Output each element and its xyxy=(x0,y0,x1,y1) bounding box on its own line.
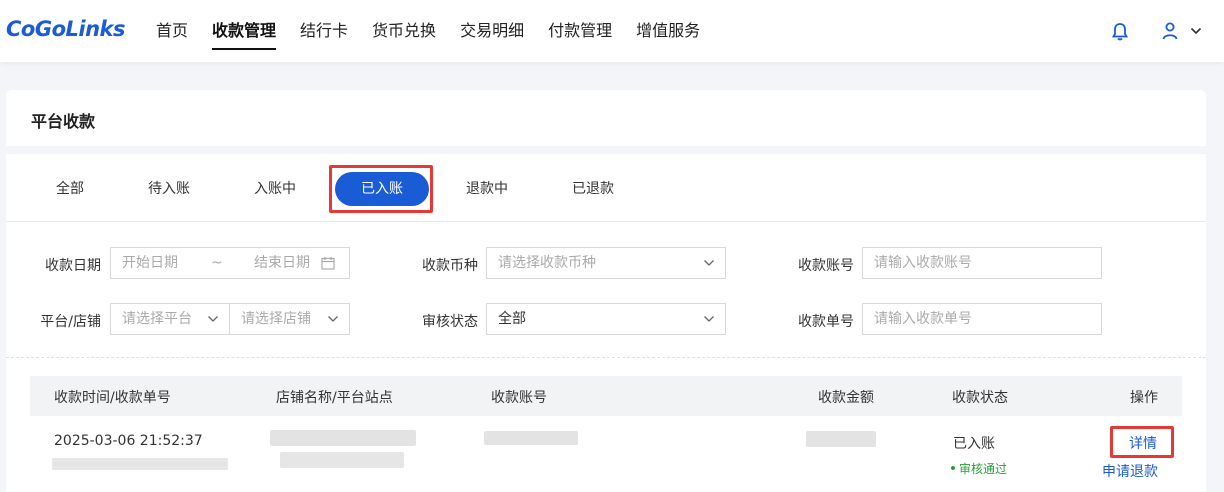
user-icon[interactable] xyxy=(1162,22,1178,40)
redacted-platform-site xyxy=(280,452,404,468)
date-range-input[interactable]: 开始日期 ~ 结束日期 xyxy=(110,247,350,279)
top-navbar: CoGoLinks 首页 收款管理 结行卡 货币兑换 交易明细 付款管理 增值服… xyxy=(0,0,1224,62)
collection-time: 2025-03-06 21:52:37 xyxy=(54,433,203,449)
redacted-shop-name xyxy=(270,430,416,446)
bell-icon[interactable] xyxy=(1111,22,1129,42)
brand-logo[interactable]: CoGoLinks xyxy=(6,17,126,41)
review-status-badge: 审核通过 xyxy=(951,460,1007,477)
review-value: 全部 xyxy=(498,311,526,327)
chevron-down-icon[interactable] xyxy=(1190,26,1202,36)
nav-item-collections[interactable]: 收款管理 xyxy=(212,0,277,62)
shop-select[interactable]: 请选择店铺 xyxy=(229,303,350,335)
col-header-actions: 操作 xyxy=(1130,390,1158,406)
status-tabs: 全部 待入账 入账中 已入账 退款中 已退款 xyxy=(6,154,1206,222)
nav-item-value-added[interactable]: 增值服务 xyxy=(636,0,700,62)
currency-label: 收款币种 xyxy=(422,258,478,274)
tab-all[interactable]: 全部 xyxy=(46,172,94,206)
order-input[interactable]: 请输入收款单号 xyxy=(862,303,1102,335)
apply-refund-link[interactable]: 申请退款 xyxy=(1102,461,1158,481)
order-label: 收款单号 xyxy=(798,314,854,330)
nav-item-home[interactable]: 首页 xyxy=(156,0,188,62)
main-panel: 全部 待入账 入账中 已入账 退款中 已退款 收款日期 开始日期 ~ 结束日期 … xyxy=(6,154,1206,492)
account-label: 收款账号 xyxy=(798,258,854,274)
chevron-down-icon xyxy=(704,260,714,266)
redacted-order-number xyxy=(52,458,228,470)
details-highlight-box xyxy=(1110,426,1174,458)
nav-item-transactions[interactable]: 交易明细 xyxy=(460,0,524,62)
date-separator: ~ xyxy=(211,255,223,271)
platform-select[interactable]: 请选择平台 xyxy=(110,303,230,335)
table-header: 收款时间/收款单号 店铺名称/平台站点 收款账号 收款金额 收款状态 操作 xyxy=(30,376,1182,416)
chevron-down-icon xyxy=(704,316,714,322)
date-label: 收款日期 xyxy=(45,258,101,274)
col-header-account: 收款账号 xyxy=(491,390,547,406)
currency-placeholder: 请选择收款币种 xyxy=(498,255,596,271)
col-header-amount: 收款金额 xyxy=(818,390,874,406)
tab-highlight-box xyxy=(329,165,433,213)
main-nav: 首页 收款管理 结行卡 货币兑换 交易明细 付款管理 增值服务 xyxy=(156,0,724,62)
account-input[interactable]: 请输入收款账号 xyxy=(862,247,1102,279)
calendar-icon xyxy=(321,257,335,270)
col-header-time: 收款时间/收款单号 xyxy=(54,390,171,406)
tab-refunding[interactable]: 退款中 xyxy=(456,172,518,206)
tab-pending[interactable]: 待入账 xyxy=(138,172,200,206)
redacted-account xyxy=(484,431,578,445)
review-label: 审核状态 xyxy=(422,314,478,330)
nav-item-payments[interactable]: 付款管理 xyxy=(548,0,612,62)
nav-item-settlement-card[interactable]: 结行卡 xyxy=(300,0,348,62)
col-header-shop: 店铺名称/平台站点 xyxy=(276,390,393,406)
platform-placeholder: 请选择平台 xyxy=(122,311,192,327)
status-text: 已入账 xyxy=(953,436,995,452)
platform-label: 平台/店铺 xyxy=(40,314,101,330)
date-start-placeholder: 开始日期 xyxy=(122,255,178,271)
tab-processing[interactable]: 入账中 xyxy=(244,172,306,206)
page-title-card: 平台收款 xyxy=(6,90,1206,146)
currency-select[interactable]: 请选择收款币种 xyxy=(486,247,726,279)
shop-placeholder: 请选择店铺 xyxy=(241,311,311,327)
date-end-placeholder: 结束日期 xyxy=(254,255,310,271)
filter-divider xyxy=(6,357,1206,358)
chevron-down-icon xyxy=(328,316,338,322)
tab-refunded[interactable]: 已退款 xyxy=(562,172,624,206)
chevron-down-icon xyxy=(208,316,218,322)
page-title: 平台收款 xyxy=(31,112,96,131)
col-header-status: 收款状态 xyxy=(952,390,1008,406)
redacted-amount xyxy=(806,431,876,447)
review-select[interactable]: 全部 xyxy=(486,303,726,335)
nav-item-currency-exchange[interactable]: 货币兑换 xyxy=(372,0,436,62)
